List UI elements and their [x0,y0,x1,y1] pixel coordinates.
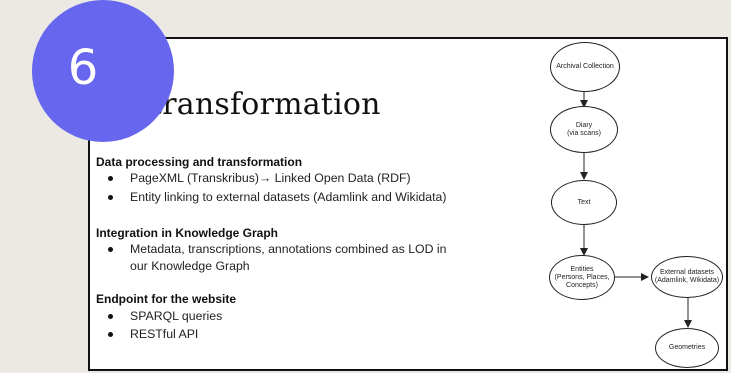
node-diary: Diary (via scans) [550,106,618,153]
slide-number: 6 [67,40,99,96]
node-label: Entities [570,265,594,273]
node-entities: Entities (Persons, Places, Concepts) [549,255,615,300]
node-text: Text [551,180,617,225]
node-label: (via scans) [567,129,601,137]
node-label: (Persons, Places, [554,273,610,281]
node-label: Archival Collection [556,63,614,70]
node-archival-collection: Archival Collection [550,42,620,92]
node-label: (Adamlink, Wikidata) [654,277,720,284]
node-label: Text [577,198,591,206]
node-label: Concepts) [566,281,598,289]
node-label: Geometries [668,344,706,351]
node-label: External datasets [659,269,715,276]
node-label: Diary [575,121,593,129]
node-external-datasets: External datasets (Adamlink, Wikidata) [651,256,723,298]
slide-number-badge: 6 [32,0,174,142]
node-geometries: Geometries [655,328,719,368]
